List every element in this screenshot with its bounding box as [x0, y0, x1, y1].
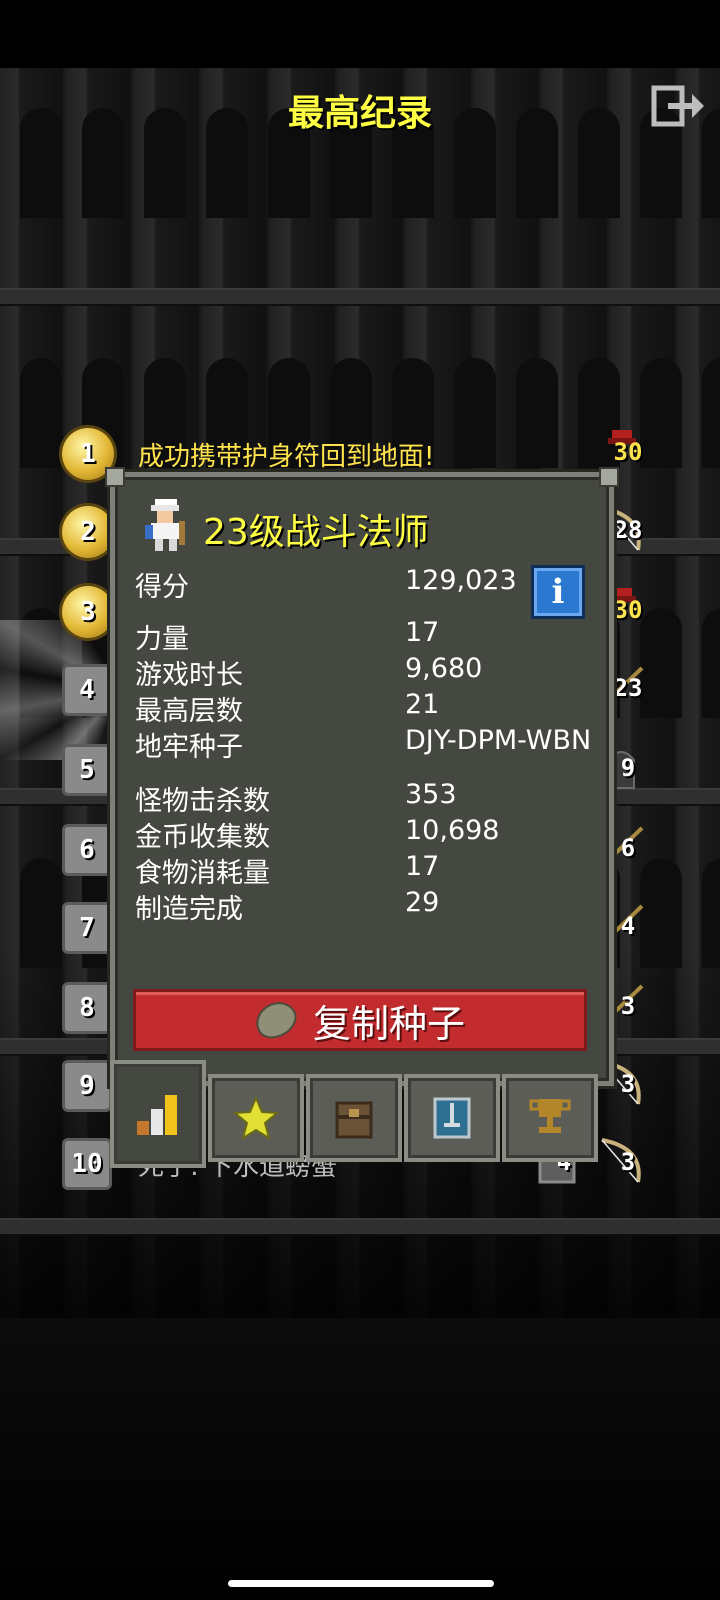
rank-badge: 9 [62, 1060, 112, 1112]
rank-badge: 2 [62, 506, 114, 558]
copy-seed-label: 复制种子 [312, 1001, 465, 1046]
stat-value: 17 [405, 617, 440, 648]
info-button[interactable]: i [531, 565, 585, 619]
panel-corner [105, 467, 125, 487]
stat-value: 17 [405, 851, 440, 882]
stat-label: 最高层数 [135, 696, 243, 727]
star-icon [233, 1095, 279, 1141]
copy-seed-button[interactable]: 复制种子 [133, 989, 587, 1051]
depth-value: 3 [620, 1148, 636, 1176]
bow-icon: 3 [601, 1138, 652, 1186]
panel-corner [599, 467, 619, 487]
hero-title: 23级战斗法师 [203, 512, 429, 553]
tab-achievements[interactable] [502, 1074, 598, 1162]
stat-value: DJY-DPM-WBN [405, 725, 592, 756]
rank-badge: 5 [62, 744, 112, 796]
stat-label: 地牢种子 [135, 732, 243, 763]
bottom-shadow [0, 1318, 720, 1600]
stat-label: 金币收集数 [135, 822, 270, 853]
depth-value: 3 [620, 1070, 636, 1098]
stat-value: 29 [405, 887, 440, 918]
tab-items[interactable] [306, 1074, 402, 1162]
depth-value: 30 [613, 596, 643, 624]
tab-stats[interactable] [110, 1060, 206, 1168]
rank-badge: 6 [62, 824, 112, 876]
stat-value: 9,680 [405, 653, 483, 684]
stone-ledge [0, 288, 720, 306]
depth-value: 30 [613, 438, 643, 466]
depth-value: 9 [620, 754, 636, 782]
record-detail-panel: 23级战斗法师 得分 129,023 力量 17 游戏时长 9,680 最高层数 21 地牢种子… [105, 467, 619, 1086]
stat-value: 353 [405, 779, 457, 810]
rank-badge: 3 [62, 586, 114, 638]
seed-icon [249, 994, 303, 1046]
stat-value: 129,023 [405, 565, 517, 596]
sword-shield-icon [433, 1097, 471, 1139]
ranking-description: 成功携带护身符回到地面! [138, 442, 435, 472]
bar-chart-icon [137, 1095, 177, 1135]
stat-label: 力量 [135, 624, 189, 655]
depth-value: 6 [620, 834, 636, 862]
rank-badge: 8 [62, 982, 112, 1034]
stat-value: 10,698 [405, 815, 500, 846]
home-indicator[interactable] [228, 1580, 494, 1587]
stat-value: 21 [405, 689, 440, 720]
info-icon: i [551, 572, 565, 612]
battlemage-icon [141, 495, 191, 553]
stat-label: 得分 [135, 572, 189, 603]
stat-label: 食物消耗量 [135, 858, 270, 889]
depth-value: 3 [620, 992, 636, 1020]
backpack-icon [335, 1101, 373, 1139]
page-title: 最高纪录 [287, 93, 432, 134]
exit-icon[interactable] [650, 84, 708, 128]
depth-value: 28 [613, 516, 643, 544]
depth-value: 4 [620, 912, 636, 940]
tab-badges[interactable] [208, 1074, 304, 1162]
status-bar [0, 0, 720, 68]
depth-value: 23 [613, 674, 643, 702]
tab-challenges[interactable] [404, 1074, 500, 1162]
stat-label: 游戏时长 [135, 660, 243, 691]
rank-badge: 7 [62, 902, 112, 954]
stone-ledge [0, 1218, 720, 1236]
trophy-icon [529, 1099, 571, 1133]
rank-badge: 10 [62, 1138, 112, 1190]
stat-label: 怪物击杀数 [135, 786, 270, 817]
detail-tabs [110, 1060, 604, 1168]
stat-label: 制造完成 [135, 894, 243, 925]
rank-badge: 4 [62, 664, 112, 716]
